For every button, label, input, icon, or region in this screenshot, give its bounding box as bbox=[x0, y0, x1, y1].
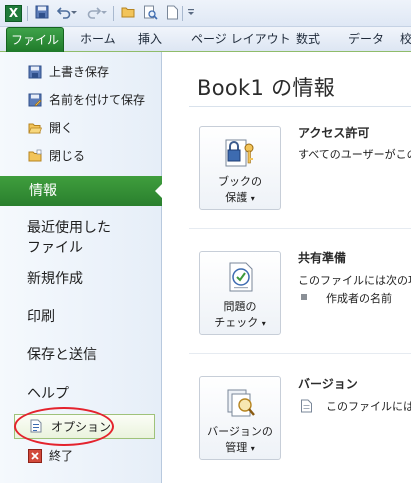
nav-recent[interactable]: 最近使用した ファイル bbox=[27, 218, 111, 258]
nav-save-send[interactable]: 保存と送信 bbox=[27, 345, 97, 365]
tab-data[interactable]: データ bbox=[348, 27, 384, 52]
tab-home[interactable]: ホーム bbox=[80, 27, 116, 52]
exit-button[interactable]: 終了 bbox=[49, 445, 73, 467]
nav-new[interactable]: 新規作成 bbox=[27, 269, 83, 289]
customize-toolbar-icon[interactable] bbox=[186, 5, 196, 21]
nav-recent-label-line2: ファイル bbox=[27, 240, 83, 256]
dropdown-arrow-icon[interactable] bbox=[100, 5, 108, 21]
prepare-sharing-heading: 共有準備 bbox=[298, 251, 347, 265]
open-folder-icon[interactable] bbox=[120, 5, 136, 21]
bullet-icon bbox=[301, 294, 307, 300]
check-for-issues-label-line1: 問題の bbox=[223, 300, 257, 313]
lock-key-icon bbox=[224, 136, 258, 168]
close-button[interactable]: 閉じる bbox=[49, 145, 85, 167]
versions-icon bbox=[224, 386, 258, 418]
highlight-circle bbox=[14, 407, 114, 446]
author-name-item: 作成者の名前 bbox=[326, 292, 392, 305]
active-pointer-icon bbox=[155, 183, 163, 199]
open-button[interactable]: 開く bbox=[49, 117, 73, 139]
checklist-icon bbox=[224, 261, 258, 293]
nav-print[interactable]: 印刷 bbox=[27, 307, 55, 327]
dropdown-arrow-icon[interactable] bbox=[70, 5, 78, 21]
nav-help[interactable]: ヘルプ bbox=[27, 384, 69, 404]
toolbar-separator bbox=[182, 6, 183, 21]
toolbar-separator bbox=[27, 6, 28, 21]
permissions-description: すべてのユーザーがこの bbox=[298, 148, 411, 161]
save-icon[interactable] bbox=[34, 5, 50, 21]
print-preview-icon[interactable] bbox=[142, 5, 158, 21]
save-button[interactable]: 上書き保存 bbox=[49, 61, 109, 83]
open-folder-icon bbox=[28, 121, 43, 135]
versions-heading: バージョン bbox=[298, 377, 358, 391]
tab-review[interactable]: 校 bbox=[400, 27, 411, 52]
tab-formulas[interactable]: 数式 bbox=[296, 27, 320, 52]
section-divider bbox=[189, 228, 411, 229]
page-title: Book1 の情報 bbox=[197, 76, 335, 100]
tab-file[interactable]: ファイル bbox=[6, 27, 64, 52]
document-small-icon bbox=[300, 399, 314, 413]
toolbar-separator bbox=[113, 6, 114, 21]
title-divider bbox=[189, 106, 411, 107]
tab-page-layout[interactable]: ページ レイアウト bbox=[191, 27, 291, 52]
exit-icon bbox=[28, 449, 42, 463]
check-for-issues-button[interactable]: 問題の チェック ▾ bbox=[199, 251, 281, 335]
save-icon bbox=[28, 65, 42, 79]
backstage-nav: 上書き保存 名前を付けて保存 開く 閉じる 情報 最近使用した ファイル 新規作… bbox=[0, 52, 163, 483]
permissions-heading: アクセス許可 bbox=[298, 126, 370, 140]
info-pane: Book1 の情報 ブックの 保護 ▾ アクセス許可 すべてのユーザーがこの 問… bbox=[163, 52, 411, 483]
manage-versions-label-line1: バージョンの bbox=[207, 425, 273, 438]
manage-versions-label-line2: 管理 ▾ bbox=[225, 441, 255, 454]
save-as-icon bbox=[28, 93, 42, 107]
nav-recent-label-line1: 最近使用した bbox=[27, 220, 111, 236]
excel-logo-icon[interactable]: X bbox=[5, 5, 22, 22]
check-for-issues-label-line2: チェック ▾ bbox=[214, 316, 266, 329]
prepare-sharing-description: このファイルには次の項 bbox=[298, 274, 411, 287]
new-document-icon[interactable] bbox=[164, 5, 180, 21]
section-divider bbox=[189, 353, 411, 354]
protect-workbook-label-line2: 保護 ▾ bbox=[225, 191, 255, 204]
save-as-button[interactable]: 名前を付けて保存 bbox=[49, 89, 145, 111]
nav-info[interactable]: 情報 bbox=[0, 176, 163, 206]
manage-versions-button[interactable]: バージョンの 管理 ▾ bbox=[199, 376, 281, 460]
tab-insert[interactable]: 挿入 bbox=[138, 27, 162, 52]
versions-description: このファイルには、 bbox=[326, 400, 411, 413]
nav-info-label: 情報 bbox=[29, 183, 57, 199]
protect-workbook-button[interactable]: ブックの 保護 ▾ bbox=[199, 126, 281, 210]
protect-workbook-label-line1: ブックの bbox=[218, 175, 262, 188]
ribbon-tab-strip: ファイル ホーム 挿入 ページ レイアウト 数式 データ 校 bbox=[0, 27, 411, 52]
close-folder-icon bbox=[28, 149, 42, 163]
quick-access-toolbar: X bbox=[0, 0, 411, 27]
